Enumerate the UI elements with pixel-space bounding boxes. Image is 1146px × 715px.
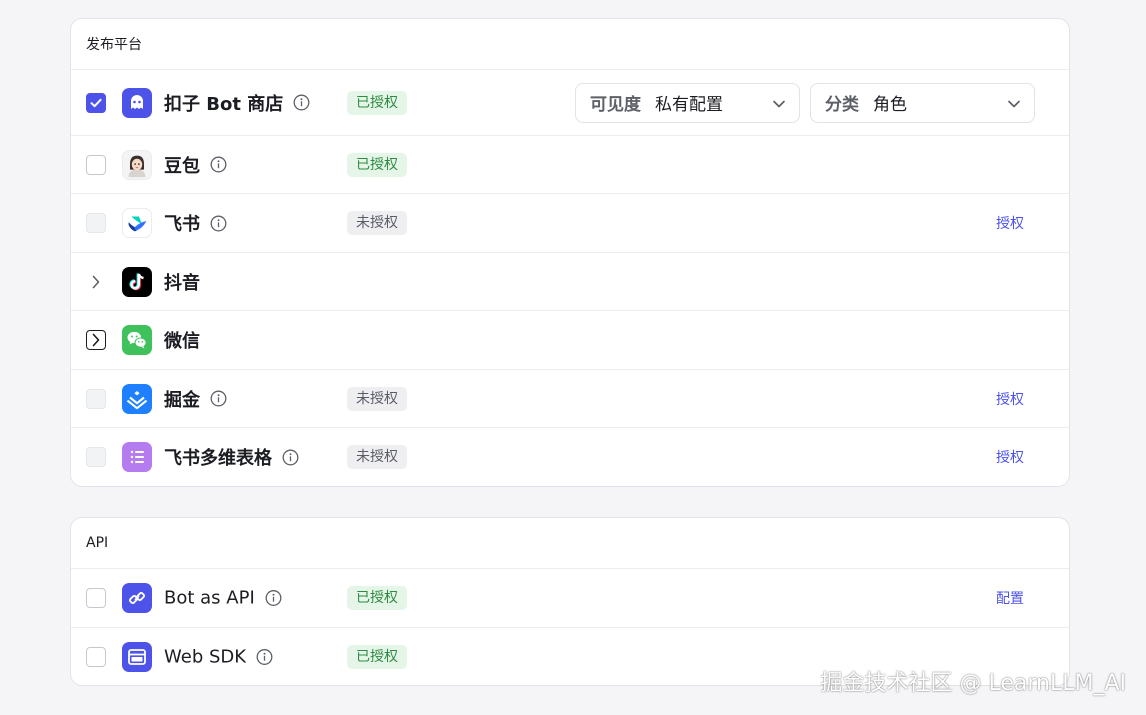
juejin-icon bbox=[122, 383, 152, 414]
status-badge: 未授权 bbox=[347, 211, 407, 235]
platform-row-doubao: 豆包 已授权 bbox=[71, 136, 1069, 194]
chevron-right-icon bbox=[92, 275, 100, 288]
watermark: 掘金技术社区 @ LearnLLM_AI bbox=[820, 671, 1126, 696]
info-icon[interactable] bbox=[210, 390, 227, 407]
platform-name: 掘金 bbox=[164, 389, 200, 411]
category-label: 分类 bbox=[825, 95, 859, 115]
bot-as-api-checkbox[interactable] bbox=[86, 588, 106, 608]
info-icon[interactable] bbox=[210, 156, 227, 173]
bot-api-icon bbox=[122, 583, 152, 613]
visibility-select[interactable]: 可见度 私有配置 bbox=[575, 82, 800, 123]
platform-row-feishu-bitable: 飞书多维表格 未授权 授权 bbox=[71, 428, 1069, 486]
wechat-icon bbox=[122, 325, 152, 355]
authorize-link[interactable]: 授权 bbox=[996, 389, 1024, 409]
expand-toggle[interactable] bbox=[86, 272, 106, 292]
feishu-icon bbox=[122, 208, 152, 238]
info-icon[interactable] bbox=[293, 94, 310, 111]
platform-name: 扣子 Bot 商店 bbox=[164, 93, 284, 115]
chevron-down-icon bbox=[1008, 100, 1020, 107]
doubao-avatar-icon bbox=[122, 149, 152, 180]
authorize-link[interactable]: 授权 bbox=[996, 213, 1024, 233]
info-icon[interactable] bbox=[210, 215, 227, 232]
category-select[interactable]: 分类 角色 bbox=[810, 82, 1035, 123]
platform-row-wechat: 微信 bbox=[71, 311, 1069, 370]
douyin-icon bbox=[122, 266, 152, 297]
api-name: Web SDK bbox=[164, 646, 247, 668]
chevron-right-icon bbox=[92, 333, 100, 347]
platform-name: 飞书 bbox=[164, 214, 200, 235]
doubao-checkbox[interactable] bbox=[86, 154, 106, 175]
platform-name: 豆包 bbox=[164, 155, 200, 177]
info-icon[interactable] bbox=[256, 649, 273, 666]
feishu-bitable-checkbox[interactable] bbox=[86, 447, 106, 467]
info-icon[interactable] bbox=[265, 590, 282, 607]
section-title: API bbox=[71, 518, 1069, 569]
platform-row-coze-store: 扣子 Bot 商店 已授权 可见度 私有配置 分类 角色 bbox=[71, 70, 1069, 136]
section-title: 发布平台 bbox=[71, 19, 1069, 70]
status-badge: 已授权 bbox=[347, 152, 407, 177]
visibility-label: 可见度 bbox=[590, 95, 641, 115]
feishu-checkbox[interactable] bbox=[86, 213, 106, 233]
info-icon[interactable] bbox=[282, 449, 299, 466]
platform-name: 飞书多维表格 bbox=[164, 448, 272, 469]
configure-link[interactable]: 配置 bbox=[996, 588, 1024, 608]
chevron-down-icon bbox=[773, 100, 785, 107]
api-name: Bot as API bbox=[164, 587, 255, 609]
platform-row-juejin: 掘金 未授权 授权 bbox=[71, 370, 1069, 428]
status-badge: 已授权 bbox=[347, 645, 407, 669]
visibility-value: 私有配置 bbox=[655, 95, 723, 115]
web-sdk-checkbox[interactable] bbox=[86, 647, 106, 667]
web-sdk-icon bbox=[122, 642, 152, 672]
coze-store-icon bbox=[122, 87, 152, 118]
category-value: 角色 bbox=[873, 95, 907, 115]
platform-row-douyin: 抖音 bbox=[71, 253, 1069, 311]
platform-name: 微信 bbox=[164, 331, 200, 352]
platform-row-feishu: 飞书 未授权 授权 bbox=[71, 194, 1069, 253]
status-badge: 已授权 bbox=[347, 586, 407, 610]
publish-platforms-card: 发布平台 扣子 Bot 商店 已授权 可见度 私有配置 分类 角色 豆包 已授权… bbox=[70, 18, 1070, 487]
authorize-link[interactable]: 授权 bbox=[996, 447, 1024, 467]
juejin-checkbox[interactable] bbox=[86, 388, 106, 409]
api-row-bot-as-api: Bot as API 已授权 配置 bbox=[71, 569, 1069, 628]
check-icon bbox=[90, 98, 102, 107]
status-badge: 未授权 bbox=[347, 386, 407, 411]
api-card: API Bot as API 已授权 配置 Web SDK 已授权 bbox=[70, 517, 1070, 686]
feishu-bitable-icon bbox=[122, 442, 152, 472]
expand-toggle[interactable] bbox=[86, 330, 106, 350]
status-badge: 未授权 bbox=[347, 445, 407, 469]
status-badge: 已授权 bbox=[347, 90, 407, 115]
coze-store-checkbox[interactable] bbox=[86, 92, 106, 113]
platform-name: 抖音 bbox=[164, 272, 200, 294]
